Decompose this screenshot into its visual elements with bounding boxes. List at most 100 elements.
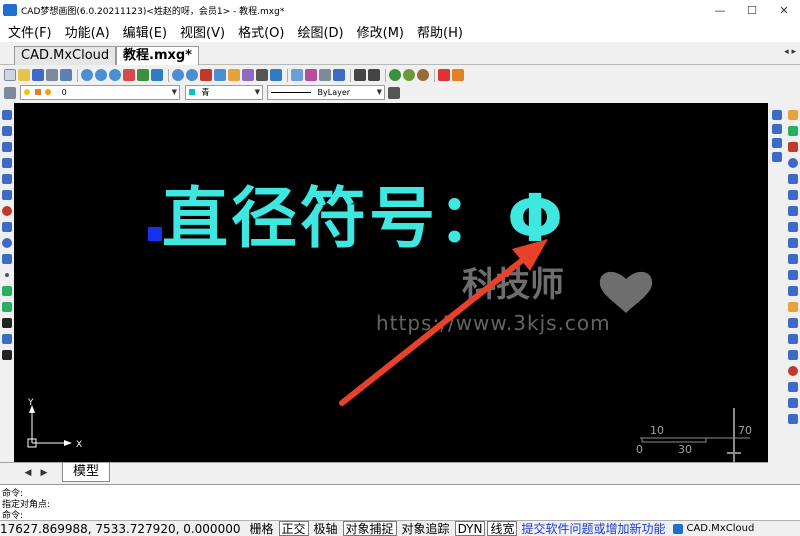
layer-manager-icon[interactable] <box>4 87 16 99</box>
offset-icon[interactable] <box>772 152 782 162</box>
grid-toggle[interactable]: 栅格 <box>246 521 276 536</box>
edit-icon[interactable] <box>788 110 798 120</box>
zoom-out-icon[interactable] <box>95 69 107 81</box>
color-select[interactable]: 青 ▼ <box>185 85 263 100</box>
hatch-icon[interactable] <box>2 286 12 296</box>
osnap-toggle[interactable]: 对象捕捉 <box>342 521 397 536</box>
region-icon[interactable] <box>2 302 12 312</box>
redo-icon[interactable] <box>368 69 380 81</box>
zoom-previous-icon[interactable] <box>214 69 226 81</box>
zoom-in-icon[interactable] <box>81 69 93 81</box>
save-icon[interactable] <box>32 69 44 81</box>
menu-function[interactable]: 功能(A) <box>65 22 110 41</box>
join-icon[interactable] <box>788 254 798 264</box>
export-pdf-icon[interactable] <box>438 69 450 81</box>
new-file-icon[interactable] <box>4 69 16 81</box>
dim-aligned-icon[interactable] <box>788 398 798 408</box>
orbit-icon[interactable] <box>403 69 415 81</box>
match-brush-icon[interactable] <box>388 87 400 99</box>
export-image-icon[interactable] <box>452 69 464 81</box>
menu-draw[interactable]: 绘图(D) <box>297 22 343 41</box>
chamfer-icon[interactable] <box>788 270 798 280</box>
polyline-icon[interactable] <box>2 142 12 152</box>
move-icon[interactable] <box>788 142 798 152</box>
design-center-icon[interactable] <box>333 69 345 81</box>
ortho-toggle[interactable]: 正交 <box>278 521 309 536</box>
tab-model[interactable]: 模型 <box>62 463 111 482</box>
menu-help[interactable]: 帮助(H) <box>417 22 463 41</box>
layer-select[interactable]: 0 ▼ <box>20 85 180 100</box>
pan-icon[interactable] <box>200 69 212 81</box>
explode-icon[interactable] <box>788 302 798 312</box>
menu-edit[interactable]: 编辑(E) <box>123 22 167 41</box>
undo-icon[interactable] <box>354 69 366 81</box>
dim-style-icon[interactable] <box>270 69 282 81</box>
text-style-icon[interactable] <box>256 69 268 81</box>
menu-format[interactable]: 格式(O) <box>238 22 284 41</box>
scale-icon[interactable] <box>788 174 798 184</box>
point-icon[interactable] <box>5 273 9 277</box>
align-icon[interactable] <box>788 334 798 344</box>
properties-icon[interactable] <box>319 69 331 81</box>
layout-prev-button[interactable]: ◀ <box>22 466 34 480</box>
menu-modify[interactable]: 修改(M) <box>357 22 404 41</box>
block-insert-icon[interactable] <box>291 69 303 81</box>
render-icon[interactable] <box>389 69 401 81</box>
zoom-extents-icon[interactable] <box>186 69 198 81</box>
measure-dist-icon[interactable] <box>788 366 798 376</box>
otrack-toggle[interactable]: 对象追踪 <box>399 521 453 536</box>
xline-icon[interactable] <box>2 126 12 136</box>
close-button[interactable]: ✕ <box>768 0 800 20</box>
menu-view[interactable]: 视图(V) <box>180 22 225 41</box>
break-icon[interactable] <box>788 238 798 248</box>
linetype-select[interactable]: ByLayer ▼ <box>267 85 385 100</box>
ellipse-arc-icon[interactable] <box>2 254 12 264</box>
mtext-icon[interactable] <box>2 350 12 360</box>
extend-icon[interactable] <box>788 222 798 232</box>
text-icon[interactable] <box>2 318 12 328</box>
tab-tutorial-file[interactable]: 教程.mxg* <box>116 46 199 65</box>
array-icon[interactable] <box>788 126 798 136</box>
feedback-link[interactable]: 提交软件问题或增加新功能 <box>521 521 665 536</box>
line-icon[interactable] <box>2 110 12 120</box>
drawing-canvas[interactable]: 直径符号：Φ 科技师 https://www.3kjs.com Y X 10 7… <box>14 103 768 462</box>
ellipse-icon[interactable] <box>2 238 12 248</box>
minimize-button[interactable]: — <box>704 0 736 20</box>
match-properties-icon[interactable] <box>228 69 240 81</box>
polygon-icon[interactable] <box>2 158 12 168</box>
print-icon[interactable] <box>46 69 58 81</box>
print-preview-icon[interactable] <box>60 69 72 81</box>
dim-radius-icon[interactable] <box>788 414 798 424</box>
circle-icon[interactable] <box>2 206 12 216</box>
mirror-icon[interactable] <box>772 138 782 148</box>
tab-scroll-arrows[interactable]: ◂ ▸ <box>784 47 796 57</box>
table-icon[interactable] <box>2 334 12 344</box>
fillet-icon[interactable] <box>788 286 798 296</box>
zoom-window-icon[interactable] <box>109 69 121 81</box>
angle-icon[interactable] <box>137 69 149 81</box>
layer-tool-icon[interactable] <box>242 69 254 81</box>
shade-icon[interactable] <box>417 69 429 81</box>
rotate-icon[interactable] <box>788 158 798 168</box>
rectangle-icon[interactable] <box>2 174 12 184</box>
copy-icon[interactable] <box>772 124 782 134</box>
polar-toggle[interactable]: 极轴 <box>311 521 341 536</box>
lengthen-icon[interactable] <box>788 318 798 328</box>
lineweight-toggle[interactable]: 线宽 <box>487 521 518 536</box>
measure-icon[interactable] <box>123 69 135 81</box>
arc-icon[interactable] <box>2 190 12 200</box>
open-folder-icon[interactable] <box>18 69 30 81</box>
layout-next-button[interactable]: ▶ <box>38 466 50 480</box>
maximize-button[interactable]: ☐ <box>736 0 768 20</box>
pedit-icon[interactable] <box>788 350 798 360</box>
dyn-toggle[interactable]: DYN <box>454 521 486 536</box>
area-icon[interactable] <box>151 69 163 81</box>
stretch-icon[interactable] <box>788 190 798 200</box>
erase-icon[interactable] <box>772 110 782 120</box>
zoom-realtime-icon[interactable] <box>172 69 184 81</box>
dim-linear-icon[interactable] <box>788 382 798 392</box>
block-define-icon[interactable] <box>305 69 317 81</box>
command-window[interactable]: 命令: 指定对角点: 命令: <box>0 484 800 521</box>
spline-icon[interactable] <box>2 222 12 232</box>
trim-icon[interactable] <box>788 206 798 216</box>
